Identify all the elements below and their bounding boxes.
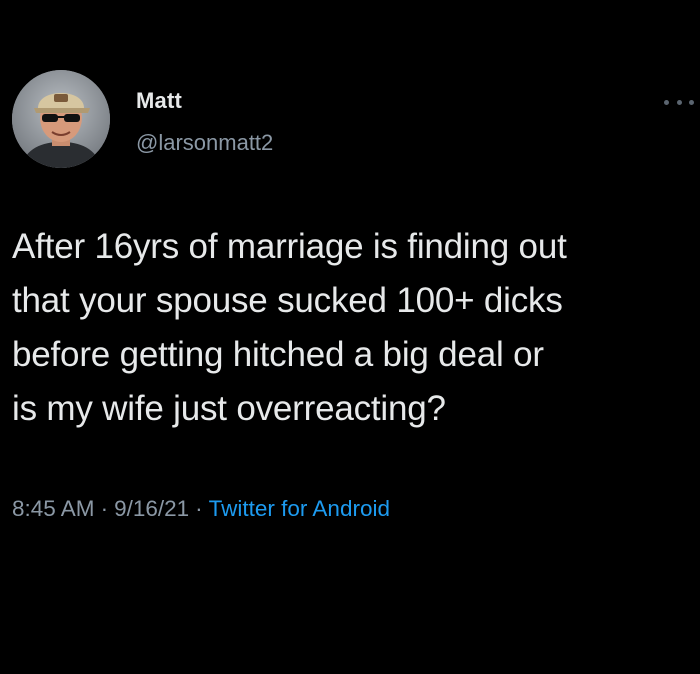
tweet-date[interactable]: 9/16/21 [114,496,189,521]
author-name[interactable]: Matt [136,88,182,114]
tweet-time[interactable]: 8:45 AM [12,496,95,521]
tweet-text-line: that your spouse sucked 100+ dicks [12,281,563,320]
dot [689,99,694,105]
tweet-text-line: before getting hitched a big deal or [12,335,544,374]
avatar[interactable] [12,70,110,168]
ellipsis-icon[interactable] [664,92,694,112]
tweet: Matt @larsonmatt2 After 16yrs of marriag… [0,0,700,674]
tweet-metadata: 8:45 AM · 9/16/21 · Twitter for Android [12,496,390,522]
tweet-source-link[interactable]: Twitter for Android [209,496,390,521]
tweet-text: After 16yrs of marriage is finding out t… [12,220,692,436]
separator: · [100,496,109,521]
separator: · [195,496,203,521]
dot [664,99,669,105]
profile-photo [12,70,110,168]
author-handle[interactable]: @larsonmatt2 [136,130,273,156]
tweet-text-line: After 16yrs of marriage is finding out [12,227,567,266]
dot [676,99,682,105]
tweet-text-line: is my wife just overreacting? [12,389,446,428]
